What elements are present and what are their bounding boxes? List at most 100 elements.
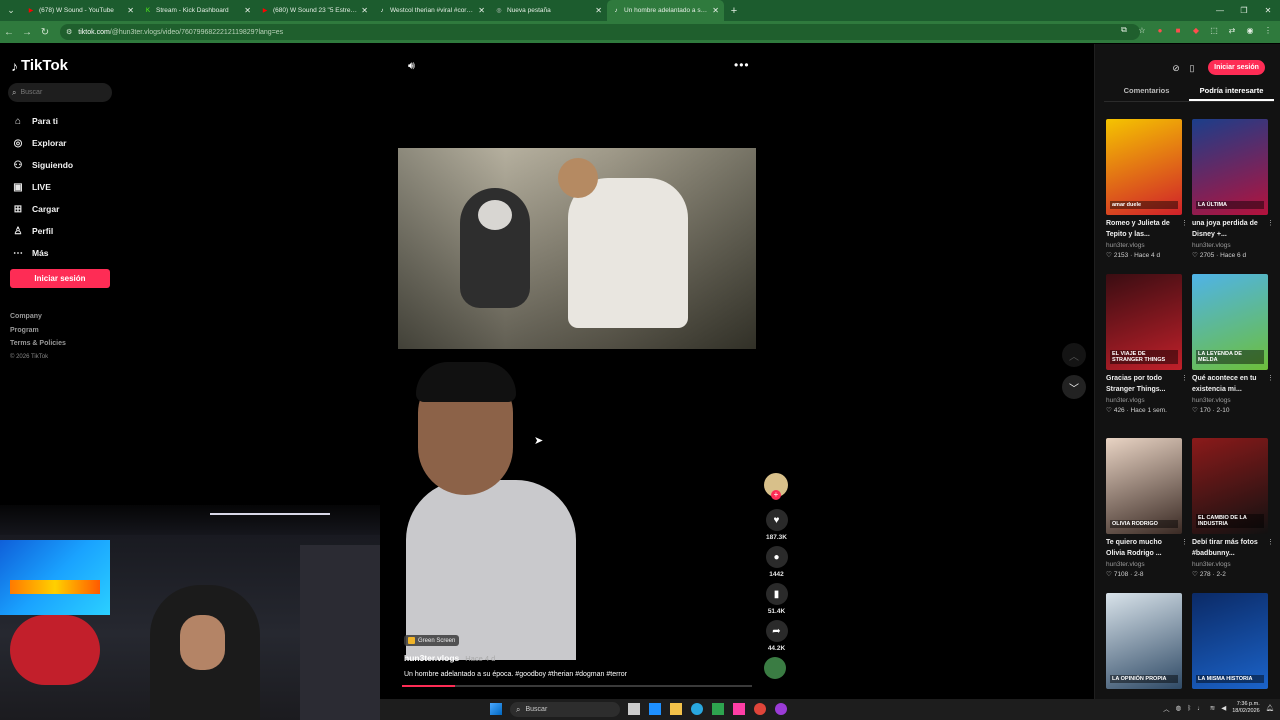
excel-icon[interactable] [712, 703, 724, 715]
translate-icon[interactable]: ⇄ [1226, 24, 1238, 36]
url-field[interactable]: ⚙ tiktok.com/@hun3ter.vlogs/video/760799… [60, 24, 1140, 40]
footer-link-terms[interactable]: Terms & Policies [10, 337, 66, 351]
tab-close-icon[interactable]: ✕ [127, 6, 134, 15]
browser-tab[interactable]: K Stream - Kick Dashboard ✕ [139, 0, 256, 21]
sidebar-login-button[interactable]: Iniciar sesión [10, 269, 110, 288]
back-icon[interactable]: ← [0, 27, 18, 38]
previous-video-icon[interactable]: ︿ [1062, 343, 1086, 367]
card-title[interactable]: Debí tirar más fotos #badbunny... [1192, 537, 1268, 559]
extension-abp-icon[interactable]: ■ [1172, 24, 1184, 36]
save-action[interactable]: ▮ 51.4K [764, 583, 789, 615]
capcut-icon[interactable] [733, 703, 745, 715]
video-thumbnail[interactable]: LA LEYENDA DE MELDA [1192, 274, 1268, 370]
search-input[interactable]: ⌕ Buscar [8, 83, 112, 102]
tray-mic-icon[interactable]: ♩ [1197, 705, 1204, 712]
forward-icon[interactable]: → [18, 27, 36, 38]
extensions-puzzle-icon[interactable]: ⬚ [1208, 24, 1220, 36]
tab-recommended[interactable]: Podría interesarte [1189, 82, 1274, 101]
header-login-button[interactable]: Iniciar sesión [1208, 60, 1265, 75]
sidebar-item[interactable]: ⊞ Cargar [10, 198, 73, 220]
tab-close-icon[interactable]: ✕ [595, 6, 602, 15]
recommended-video-card[interactable]: amar duele Romeo y Julieta de Tepito y la… [1106, 119, 1188, 259]
video-author[interactable]: hun3ter.vlogs Hace 4 d [404, 653, 495, 663]
video-thumbnail[interactable]: OLIVIA RODRIGO [1106, 438, 1182, 534]
recommended-video-card[interactable]: LA LEYENDA DE MELDA Qué acontece en tu ex… [1192, 274, 1274, 414]
browser-tab[interactable]: ▶ (680) W Sound 23 "5 Estrellas" ✕ [256, 0, 373, 21]
notification-bell-icon[interactable]: 🔔︎ [1266, 704, 1274, 712]
bookmark-icon[interactable]: ▮ [765, 583, 788, 605]
card-title[interactable]: Gracias por todo Stranger Things... [1106, 373, 1182, 395]
card-title[interactable]: Romeo y Julieta de Tepito y las... [1106, 218, 1182, 240]
taskbar-search[interactable]: ⌕ Buscar [510, 702, 620, 717]
app-icon[interactable] [775, 703, 787, 715]
sidebar-item[interactable]: ⋯ Más [10, 242, 73, 264]
recommended-video-card[interactable]: OLIVIA RODRIGO Te quiero mucho Olivia Rod… [1106, 438, 1188, 578]
recommended-video-card[interactable]: LA ÚLTIMA una joya perdida de Disney +...… [1192, 119, 1274, 259]
file-explorer-icon[interactable] [670, 703, 682, 715]
card-more-icon[interactable]: ⋮ [1267, 219, 1274, 227]
video-frame-creator[interactable] [398, 360, 578, 660]
card-title[interactable]: Te quiero mucho Olivia Rodrigo ... [1106, 537, 1182, 559]
sidebar-item[interactable]: ♙ Perfil [10, 220, 73, 242]
sidebar-item[interactable]: ⌂ Para ti [10, 110, 73, 132]
comment-action[interactable]: ● 1442 [764, 546, 789, 578]
card-more-icon[interactable]: ⋮ [1181, 374, 1188, 382]
tray-chevron-icon[interactable]: ︿ [1163, 703, 1170, 713]
card-more-icon[interactable]: ⋮ [1267, 374, 1274, 382]
browser-tab[interactable]: ♪ Westcol therian #viral #core # ✕ [373, 0, 490, 21]
device-icon[interactable]: ▯ [1185, 61, 1199, 75]
card-title[interactable]: una joya perdida de Disney +... [1192, 218, 1268, 240]
recommended-video-card[interactable]: EL VIAJE DE STRANGER THINGS Gracias por t… [1106, 274, 1188, 414]
like-action[interactable]: ♥ 187.3K [764, 509, 789, 541]
site-info-icon[interactable]: ⚙ [66, 28, 72, 36]
taskbar-clock[interactable]: 7:36 p.m. 18/02/2026 [1232, 701, 1260, 715]
maximize-icon[interactable]: ❐ [1232, 0, 1256, 21]
sidebar-item[interactable]: ◎ Explorar [10, 132, 73, 154]
music-disc-icon[interactable] [764, 657, 786, 679]
tab-close-icon[interactable]: ✕ [712, 6, 719, 15]
profile-avatar-icon[interactable]: ◉ [1244, 24, 1256, 36]
browser-tab[interactable]: ♪ Un hombre adelantado a su ép ✕ [607, 0, 724, 21]
next-video-icon[interactable]: ﹀ [1062, 375, 1086, 399]
new-tab-button[interactable]: + [724, 5, 744, 17]
card-user[interactable]: hun3ter.vlogs [1106, 561, 1182, 568]
browser-tab[interactable]: ◎ Nueva pestaña ✕ [490, 0, 607, 21]
video-thumbnail[interactable]: LA ÚLTIMA [1192, 119, 1268, 215]
effect-badge[interactable]: Green Screen [404, 635, 460, 646]
card-user[interactable]: hun3ter.vlogs [1192, 242, 1268, 249]
bookmark-star-icon[interactable]: ☆ [1136, 24, 1148, 36]
tab-close-icon[interactable]: ✕ [478, 6, 485, 15]
card-user[interactable]: hun3ter.vlogs [1192, 397, 1268, 404]
card-user[interactable]: hun3ter.vlogs [1106, 242, 1182, 249]
video-thumbnail[interactable]: EL CAMBIO DE LA INDUSTRIA [1192, 438, 1268, 534]
minimize-icon[interactable]: — [1208, 0, 1232, 21]
windows-start-icon[interactable] [490, 703, 502, 715]
extension-red-icon[interactable]: ● [1154, 24, 1166, 36]
tray-wifi-icon[interactable]: ≋ [1210, 704, 1215, 712]
sidebar-item[interactable]: ▣ LIVE [10, 176, 73, 198]
close-window-icon[interactable]: ✕ [1256, 0, 1280, 21]
card-more-icon[interactable]: ⋮ [1267, 538, 1274, 546]
video-progress-bar[interactable] [402, 685, 752, 687]
recommended-video-card[interactable]: EL CAMBIO DE LA INDUSTRIA Debí tirar más … [1192, 438, 1274, 578]
card-more-icon[interactable]: ⋮ [1181, 219, 1188, 227]
recommended-video-card[interactable]: LA MISMA HISTORIA [1192, 593, 1268, 689]
tiktok-logo[interactable]: ♪ TikTok [11, 57, 68, 74]
tray-app-icon[interactable]: ◍ [1176, 704, 1182, 712]
tab-close-icon[interactable]: ✕ [244, 6, 251, 15]
card-more-icon[interactable]: ⋮ [1181, 538, 1188, 546]
heart-icon[interactable]: ♥ [765, 509, 788, 531]
footer-link-program[interactable]: Program [10, 324, 66, 338]
tray-volume-icon[interactable]: ◀ [1221, 704, 1226, 712]
follow-plus-icon[interactable]: + [771, 490, 781, 500]
tray-bluetooth-icon[interactable]: ᛒ [1187, 705, 1191, 712]
sidebar-item[interactable]: ⚇ Siguiendo [10, 154, 74, 176]
author-name[interactable]: hun3ter.vlogs [404, 653, 459, 663]
card-user[interactable]: hun3ter.vlogs [1106, 397, 1182, 404]
tab-comments[interactable]: Comentarios [1104, 82, 1189, 101]
install-icon[interactable]: ⧉ [1118, 24, 1130, 36]
reload-icon[interactable]: ↻ [36, 27, 54, 38]
card-user[interactable]: hun3ter.vlogs [1192, 561, 1268, 568]
volume-icon[interactable]: 🔊︎ [408, 60, 415, 73]
edge-icon[interactable] [691, 703, 703, 715]
